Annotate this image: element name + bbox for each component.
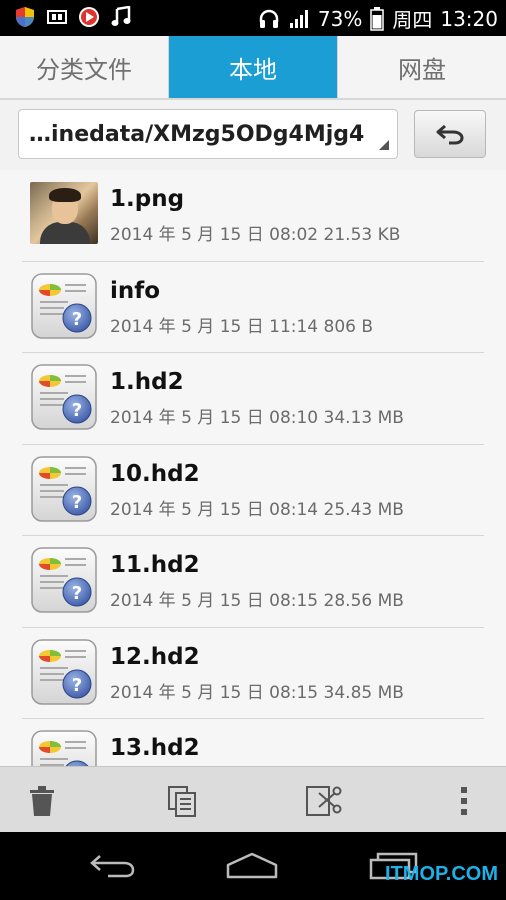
battery-percent: 73% (317, 6, 363, 31)
svg-text:?: ? (72, 492, 82, 513)
signal-icon (289, 9, 308, 28)
file-meta: 2014 年 5 月 15 日 11:14 806 B (110, 316, 374, 337)
music-icon (111, 6, 131, 26)
navigation-bar: ITMOP.COM (0, 832, 506, 900)
svg-text:?: ? (72, 400, 82, 421)
play-icon (79, 7, 99, 27)
file-meta: 2014 年 5 月 15 日 08:10 34.13 MB (110, 408, 404, 428)
nav-back-button[interactable] (82, 848, 142, 884)
weekday: 周四 (392, 8, 433, 32)
status-bar: 73% 周四 13:20 (0, 0, 506, 36)
nav-home-button[interactable] (222, 848, 282, 884)
path-dropdown[interactable]: …inedata/XMzg5ODg4Mjg4 (18, 109, 398, 159)
watermark: ITMOP.COM (385, 863, 498, 885)
dropdown-arrow-icon (379, 140, 389, 150)
path-bar: …inedata/XMzg5ODg4Mjg4 (0, 100, 506, 171)
svg-text:?: ? (72, 583, 82, 604)
trash-icon (30, 786, 54, 816)
path-text: …inedata/XMzg5ODg4Mjg4 (29, 121, 365, 147)
file-row[interactable]: ? info 2014 年 5 月 15 日 11:14 806 B (0, 262, 506, 353)
file-list: 1.png 2014 年 5 月 15 日 08:02 21.53 KB ? in… (0, 170, 506, 766)
file-name: 12.hd2 (110, 643, 200, 670)
parent-folder-button[interactable] (414, 110, 486, 158)
file-name: 13.hd2 (110, 735, 200, 761)
unknown-file-icon: ? (30, 729, 98, 766)
svg-text:?: ? (72, 309, 82, 330)
unknown-file-icon: ? (30, 638, 98, 706)
tab-cloud-drive[interactable]: 网盘 (338, 36, 506, 98)
action-toolbar (0, 766, 506, 833)
file-row[interactable]: ? 11.hd2 2014 年 5 月 15 日 08:15 28.56 MB (0, 536, 506, 628)
more-icon (461, 787, 467, 815)
file-row[interactable]: ? 1.hd2 2014 年 5 月 15 日 08:10 34.13 MB (0, 353, 506, 445)
cut-button[interactable] (304, 781, 344, 821)
unknown-file-icon: ? (30, 455, 98, 523)
notification-icons (14, 6, 132, 28)
return-arrow-icon (436, 124, 464, 145)
cut-icon (306, 786, 342, 816)
file-meta: 2014 年 5 月 15 日 08:02 21.53 KB (110, 225, 401, 245)
delete-button[interactable] (22, 781, 62, 821)
shield-icon (16, 7, 34, 27)
file-name: info (110, 277, 161, 304)
headphones-icon (259, 9, 279, 28)
system-indicators: 73% 周四 13:20 (258, 4, 498, 33)
battery-icon (370, 6, 385, 31)
unknown-file-icon: ? (30, 546, 98, 614)
more-menu-button[interactable] (444, 781, 484, 821)
file-name: 1.png (110, 186, 185, 212)
home-icon (226, 852, 278, 879)
copy-button[interactable] (162, 781, 202, 821)
tab-categories[interactable]: 分类文件 (0, 36, 169, 98)
file-row[interactable]: ? 12.hd2 2014 年 5 月 15 日 08:15 34.85 MB (0, 628, 506, 719)
file-row[interactable]: 1.png 2014 年 5 月 15 日 08:02 21.53 KB (0, 170, 506, 262)
media-icon (47, 10, 67, 24)
file-name: 11.hd2 (110, 552, 200, 578)
app-window: 73% 周四 13:20 分类文件 本地 网盘 …inedata/XMzg5OD… (0, 0, 506, 900)
file-meta: 2014 年 5 月 15 日 08:15 28.56 MB (110, 591, 404, 611)
tab-local[interactable]: 本地 (169, 36, 338, 98)
tab-bar: 分类文件 本地 网盘 (0, 36, 506, 100)
file-meta: 2014 年 5 月 15 日 08:15 34.85 MB (110, 682, 404, 703)
image-thumbnail (30, 180, 98, 248)
file-meta: 2014 年 5 月 15 日 08:14 25.43 MB (110, 499, 404, 520)
unknown-file-icon: ? (30, 363, 98, 431)
file-name: 1.hd2 (110, 369, 184, 395)
file-row[interactable]: ? 10.hd2 2014 年 5 月 15 日 08:14 25.43 MB (0, 445, 506, 536)
file-row[interactable]: ? 13.hd2 (0, 719, 506, 766)
clock: 13:20 (440, 6, 498, 31)
unknown-file-icon: ? (30, 272, 98, 340)
file-name: 10.hd2 (110, 460, 200, 487)
copy-icon (168, 786, 196, 817)
svg-text:?: ? (72, 675, 82, 696)
back-icon (90, 855, 135, 878)
